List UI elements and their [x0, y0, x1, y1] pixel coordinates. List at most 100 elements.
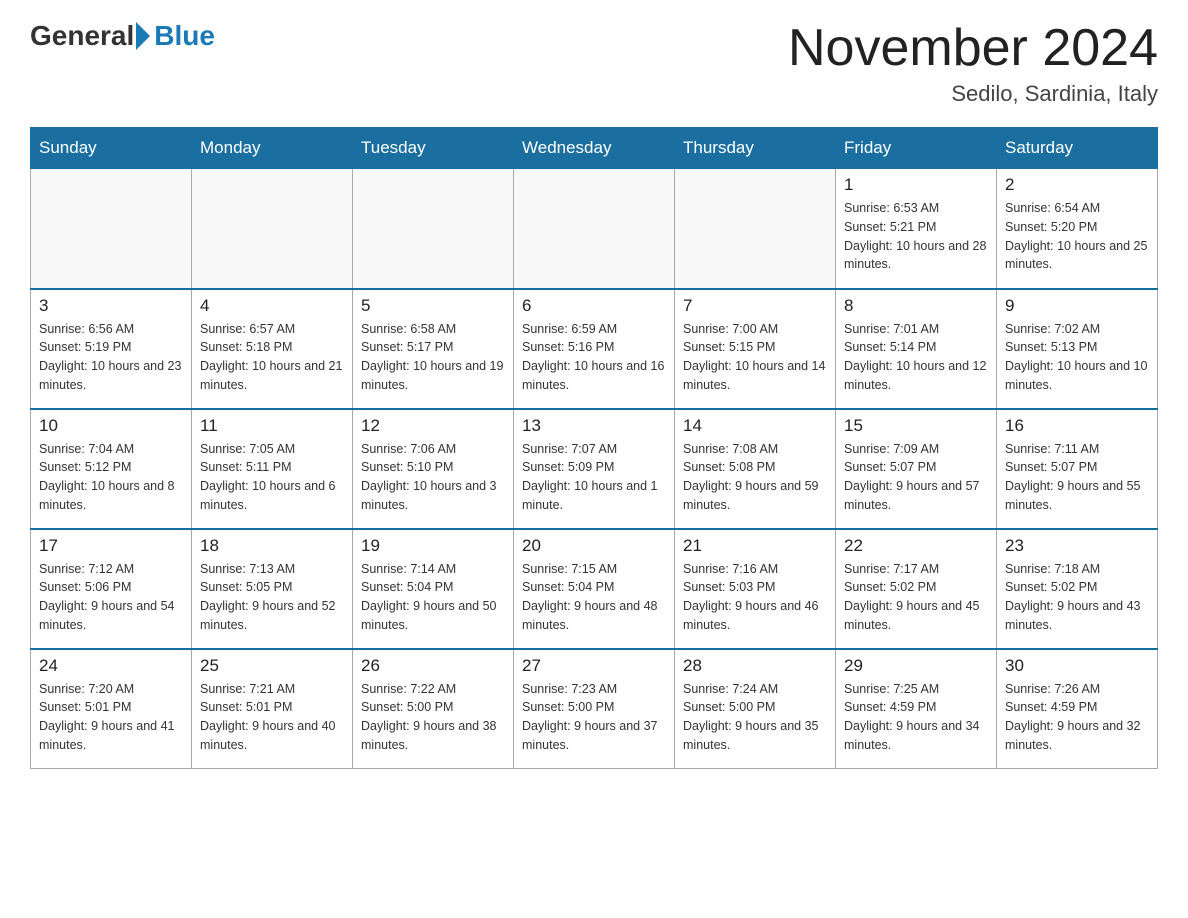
day-number: 15: [844, 416, 988, 436]
calendar-week-row: 17 Sunrise: 7:12 AM Sunset: 5:06 PM Dayli…: [31, 529, 1158, 649]
day-info: Sunrise: 7:04 AM Sunset: 5:12 PM Dayligh…: [39, 440, 183, 515]
calendar-day-cell: 27 Sunrise: 7:23 AM Sunset: 5:00 PM Dayli…: [514, 649, 675, 769]
calendar-day-cell: 17 Sunrise: 7:12 AM Sunset: 5:06 PM Dayli…: [31, 529, 192, 649]
day-info: Sunrise: 7:20 AM Sunset: 5:01 PM Dayligh…: [39, 680, 183, 755]
day-number: 28: [683, 656, 827, 676]
day-of-week-header: Saturday: [997, 128, 1158, 169]
day-number: 30: [1005, 656, 1149, 676]
calendar-day-cell: 3 Sunrise: 6:56 AM Sunset: 5:19 PM Daylig…: [31, 289, 192, 409]
calendar-day-cell: [192, 169, 353, 289]
calendar-week-row: 1 Sunrise: 6:53 AM Sunset: 5:21 PM Daylig…: [31, 169, 1158, 289]
day-number: 29: [844, 656, 988, 676]
calendar-day-cell: 19 Sunrise: 7:14 AM Sunset: 5:04 PM Dayli…: [353, 529, 514, 649]
day-info: Sunrise: 7:18 AM Sunset: 5:02 PM Dayligh…: [1005, 560, 1149, 635]
day-info: Sunrise: 7:08 AM Sunset: 5:08 PM Dayligh…: [683, 440, 827, 515]
logo-general-text: General: [30, 20, 134, 52]
day-number: 23: [1005, 536, 1149, 556]
day-info: Sunrise: 6:53 AM Sunset: 5:21 PM Dayligh…: [844, 199, 988, 274]
day-info: Sunrise: 7:23 AM Sunset: 5:00 PM Dayligh…: [522, 680, 666, 755]
day-number: 11: [200, 416, 344, 436]
day-info: Sunrise: 7:05 AM Sunset: 5:11 PM Dayligh…: [200, 440, 344, 515]
day-info: Sunrise: 7:26 AM Sunset: 4:59 PM Dayligh…: [1005, 680, 1149, 755]
calendar-day-cell: 29 Sunrise: 7:25 AM Sunset: 4:59 PM Dayli…: [836, 649, 997, 769]
calendar-day-cell: 11 Sunrise: 7:05 AM Sunset: 5:11 PM Dayli…: [192, 409, 353, 529]
calendar-day-cell: 7 Sunrise: 7:00 AM Sunset: 5:15 PM Daylig…: [675, 289, 836, 409]
day-info: Sunrise: 7:15 AM Sunset: 5:04 PM Dayligh…: [522, 560, 666, 635]
day-info: Sunrise: 7:00 AM Sunset: 5:15 PM Dayligh…: [683, 320, 827, 395]
calendar-day-cell: 22 Sunrise: 7:17 AM Sunset: 5:02 PM Dayli…: [836, 529, 997, 649]
day-number: 24: [39, 656, 183, 676]
day-of-week-header: Friday: [836, 128, 997, 169]
day-info: Sunrise: 7:21 AM Sunset: 5:01 PM Dayligh…: [200, 680, 344, 755]
day-number: 19: [361, 536, 505, 556]
calendar-day-cell: 2 Sunrise: 6:54 AM Sunset: 5:20 PM Daylig…: [997, 169, 1158, 289]
day-of-week-header: Thursday: [675, 128, 836, 169]
day-number: 8: [844, 296, 988, 316]
calendar-day-cell: [514, 169, 675, 289]
day-number: 17: [39, 536, 183, 556]
calendar-day-cell: 28 Sunrise: 7:24 AM Sunset: 5:00 PM Dayli…: [675, 649, 836, 769]
day-number: 2: [1005, 175, 1149, 195]
day-number: 12: [361, 416, 505, 436]
calendar-day-cell: 4 Sunrise: 6:57 AM Sunset: 5:18 PM Daylig…: [192, 289, 353, 409]
calendar-day-cell: [675, 169, 836, 289]
calendar-week-row: 10 Sunrise: 7:04 AM Sunset: 5:12 PM Dayli…: [31, 409, 1158, 529]
day-number: 1: [844, 175, 988, 195]
day-number: 22: [844, 536, 988, 556]
day-number: 13: [522, 416, 666, 436]
calendar-week-row: 3 Sunrise: 6:56 AM Sunset: 5:19 PM Daylig…: [31, 289, 1158, 409]
calendar-week-row: 24 Sunrise: 7:20 AM Sunset: 5:01 PM Dayli…: [31, 649, 1158, 769]
day-number: 27: [522, 656, 666, 676]
day-info: Sunrise: 7:02 AM Sunset: 5:13 PM Dayligh…: [1005, 320, 1149, 395]
calendar-day-cell: 16Sunrise: 7:11 AM Sunset: 5:07 PM Dayli…: [997, 409, 1158, 529]
day-info: Sunrise: 7:01 AM Sunset: 5:14 PM Dayligh…: [844, 320, 988, 395]
day-of-week-header: Tuesday: [353, 128, 514, 169]
day-number: 14: [683, 416, 827, 436]
day-info: Sunrise: 6:54 AM Sunset: 5:20 PM Dayligh…: [1005, 199, 1149, 274]
day-info: Sunrise: 7:06 AM Sunset: 5:10 PM Dayligh…: [361, 440, 505, 515]
calendar-day-cell: 6Sunrise: 6:59 AM Sunset: 5:16 PM Daylig…: [514, 289, 675, 409]
day-info: Sunrise: 7:07 AM Sunset: 5:09 PM Dayligh…: [522, 440, 666, 515]
page-header: General Blue November 2024 Sedilo, Sardi…: [30, 20, 1158, 107]
logo-arrow-icon: [136, 22, 150, 50]
calendar-day-cell: 15Sunrise: 7:09 AM Sunset: 5:07 PM Dayli…: [836, 409, 997, 529]
logo-blue-text: Blue: [154, 20, 215, 52]
calendar-day-cell: 25 Sunrise: 7:21 AM Sunset: 5:01 PM Dayli…: [192, 649, 353, 769]
day-number: 20: [522, 536, 666, 556]
day-info: Sunrise: 7:24 AM Sunset: 5:00 PM Dayligh…: [683, 680, 827, 755]
calendar-day-cell: 13 Sunrise: 7:07 AM Sunset: 5:09 PM Dayli…: [514, 409, 675, 529]
day-info: Sunrise: 7:25 AM Sunset: 4:59 PM Dayligh…: [844, 680, 988, 755]
day-info: Sunrise: 6:56 AM Sunset: 5:19 PM Dayligh…: [39, 320, 183, 395]
day-of-week-header: Monday: [192, 128, 353, 169]
day-info: Sunrise: 7:12 AM Sunset: 5:06 PM Dayligh…: [39, 560, 183, 635]
day-number: 21: [683, 536, 827, 556]
day-number: 25: [200, 656, 344, 676]
day-number: 4: [200, 296, 344, 316]
day-info: Sunrise: 7:13 AM Sunset: 5:05 PM Dayligh…: [200, 560, 344, 635]
day-info: Sunrise: 7:17 AM Sunset: 5:02 PM Dayligh…: [844, 560, 988, 635]
calendar-day-cell: 21Sunrise: 7:16 AM Sunset: 5:03 PM Dayli…: [675, 529, 836, 649]
day-info: Sunrise: 6:58 AM Sunset: 5:17 PM Dayligh…: [361, 320, 505, 395]
calendar-day-cell: 1 Sunrise: 6:53 AM Sunset: 5:21 PM Daylig…: [836, 169, 997, 289]
day-info: Sunrise: 6:59 AM Sunset: 5:16 PM Dayligh…: [522, 320, 666, 395]
calendar-day-cell: 8 Sunrise: 7:01 AM Sunset: 5:14 PM Daylig…: [836, 289, 997, 409]
calendar-day-cell: [31, 169, 192, 289]
day-number: 7: [683, 296, 827, 316]
day-info: Sunrise: 7:22 AM Sunset: 5:00 PM Dayligh…: [361, 680, 505, 755]
calendar-day-cell: 30 Sunrise: 7:26 AM Sunset: 4:59 PM Dayli…: [997, 649, 1158, 769]
day-info: Sunrise: 6:57 AM Sunset: 5:18 PM Dayligh…: [200, 320, 344, 395]
calendar-day-cell: 5 Sunrise: 6:58 AM Sunset: 5:17 PM Daylig…: [353, 289, 514, 409]
day-number: 5: [361, 296, 505, 316]
day-info: Sunrise: 7:14 AM Sunset: 5:04 PM Dayligh…: [361, 560, 505, 635]
calendar-day-cell: 24 Sunrise: 7:20 AM Sunset: 5:01 PM Dayli…: [31, 649, 192, 769]
title-section: November 2024 Sedilo, Sardinia, Italy: [788, 20, 1158, 107]
day-number: 26: [361, 656, 505, 676]
calendar-day-cell: 18Sunrise: 7:13 AM Sunset: 5:05 PM Dayli…: [192, 529, 353, 649]
calendar-day-cell: 9Sunrise: 7:02 AM Sunset: 5:13 PM Daylig…: [997, 289, 1158, 409]
calendar-header-row: SundayMondayTuesdayWednesdayThursdayFrid…: [31, 128, 1158, 169]
day-number: 10: [39, 416, 183, 436]
calendar-day-cell: 20 Sunrise: 7:15 AM Sunset: 5:04 PM Dayli…: [514, 529, 675, 649]
day-info: Sunrise: 7:11 AM Sunset: 5:07 PM Dayligh…: [1005, 440, 1149, 515]
day-number: 3: [39, 296, 183, 316]
calendar-day-cell: 26 Sunrise: 7:22 AM Sunset: 5:00 PM Dayli…: [353, 649, 514, 769]
